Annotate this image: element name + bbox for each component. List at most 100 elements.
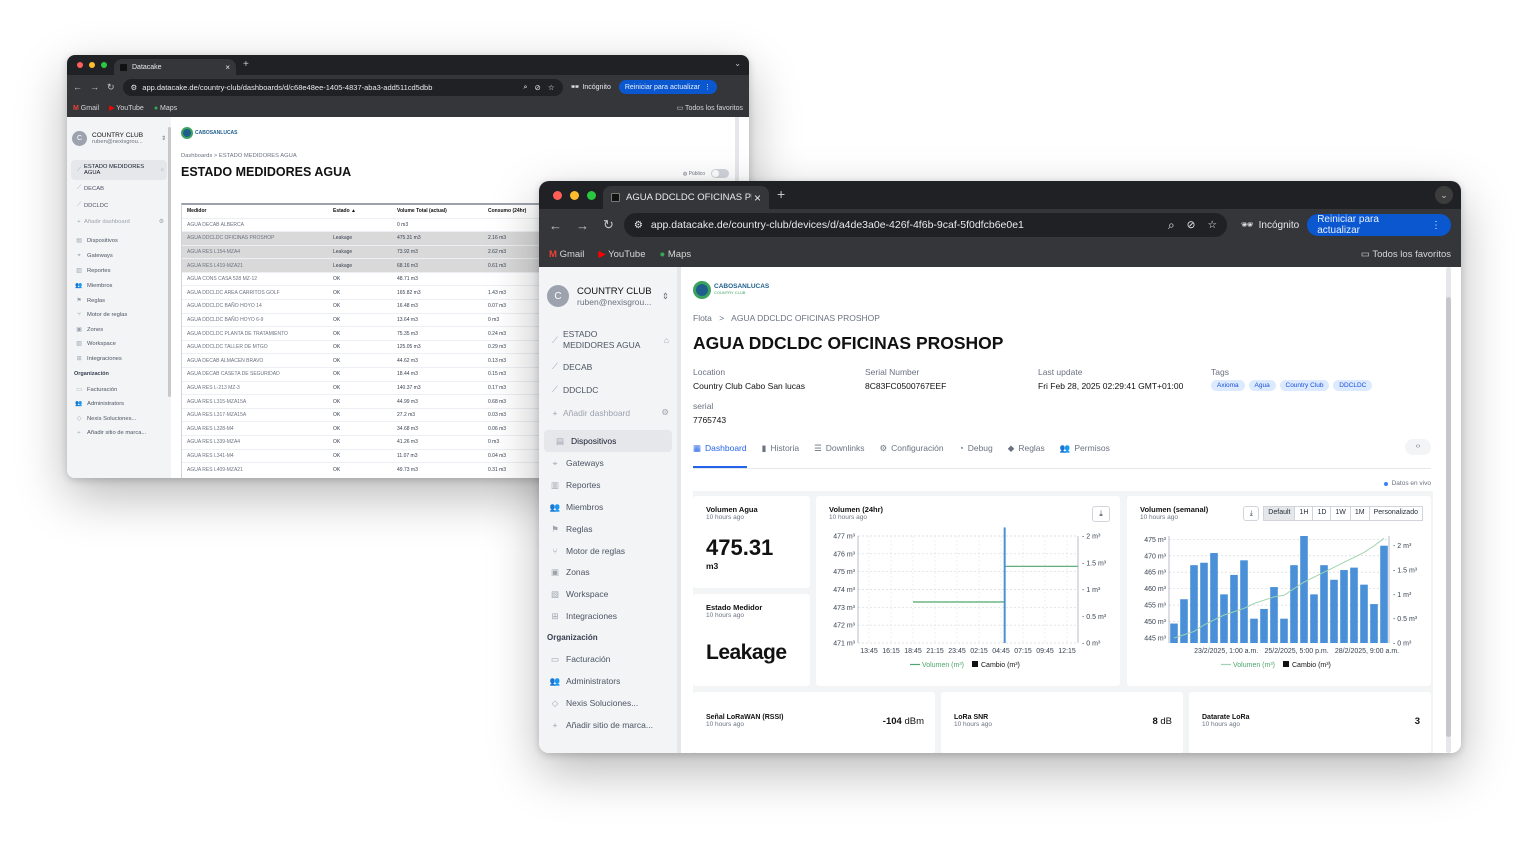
tab-permisos[interactable]: 👥 Permisos xyxy=(1060,443,1110,468)
zoom-icon[interactable]: ⌕ xyxy=(1168,218,1175,233)
sidebar-item-main-2[interactable]: ▥ Reportes xyxy=(539,474,677,496)
menu-kebab-icon[interactable]: ⋮ xyxy=(704,83,711,91)
sidebar-item-estado-medidores[interactable]: ⟋ ESTADO MEDIDORES AGUA ⌂ xyxy=(71,160,167,180)
table-row[interactable]: AGUA RES L419-MZA21 Leakage 68.16 m3 0.61 m… xyxy=(182,258,580,273)
sidebar-item-main-8[interactable]: ⊞ Integraciones xyxy=(539,605,677,627)
range-custom[interactable]: Personalizado xyxy=(1369,506,1423,521)
sidebar-item-main-3[interactable]: 👥 Miembros xyxy=(67,279,171,294)
col-medidor[interactable]: Medidor xyxy=(182,205,333,218)
tag-pill[interactable]: Axioma xyxy=(1211,380,1245,391)
forward-arrow-icon[interactable]: → xyxy=(90,82,99,92)
all-bookmarks[interactable]: ▭ Todos los favoritos xyxy=(677,104,743,112)
menu-kebab-icon[interactable]: ⋮ xyxy=(1431,220,1441,231)
tag-pill[interactable]: DDCLDC xyxy=(1333,380,1373,391)
eye-off-icon[interactable]: ⊘ xyxy=(535,83,541,92)
sidebar-item-main-5[interactable]: ⑂ Motor de reglas xyxy=(539,540,677,561)
table-row[interactable]: AGUA RES L154-MZA4 Leakage 73.92 m3 2.62 m3 xyxy=(182,245,580,259)
tab-downlinks[interactable]: ☰ Downlinks xyxy=(814,443,864,468)
table-row[interactable]: AGUA DDCLDC BAÑO HOYO 6-9 OK 13.64 m3 0 m3 xyxy=(182,313,580,327)
tab-dashboard[interactable]: ▦ Dashboard xyxy=(693,443,747,468)
back-arrow-icon[interactable]: ← xyxy=(73,82,82,92)
sidebar-item-main-2[interactable]: ▥ Reportes xyxy=(67,264,171,279)
gear-icon[interactable]: ⚙ xyxy=(159,219,164,225)
sidebar-item-decab[interactable]: ⟋ DECAB xyxy=(67,180,171,197)
sidebar-item-main-0[interactable]: ▤ Dispositivos xyxy=(544,430,672,452)
download-icon[interactable]: ⤓ xyxy=(1243,506,1260,521)
reload-icon[interactable]: ↻ xyxy=(603,217,614,233)
workspace-switcher[interactable]: C COUNTRY CLUB ruben@nexisgrou... ⇕ xyxy=(67,127,171,150)
tab-list-icon[interactable]: ⌄ xyxy=(734,59,741,68)
table-row[interactable]: AGUA RES L-213 MZ-3 OK 140.37 m3 0.17 m3 xyxy=(182,381,580,395)
sidebar-item-ddcldc[interactable]: ⟋ DDCLDC xyxy=(67,197,171,214)
add-dashboard-item[interactable]: + Añadir dashboard ⚙ xyxy=(539,401,677,424)
toggle-switch[interactable] xyxy=(711,169,729,178)
table-row[interactable]: AGUA DECAB CASETA DE SEGURIDAD OK 18.44 m3… xyxy=(182,367,580,382)
range-1d[interactable]: 1D xyxy=(1313,506,1332,521)
range-default[interactable]: Default xyxy=(1263,506,1296,521)
bookmark-maps[interactable]: ● Maps xyxy=(660,249,692,260)
tab-close-icon[interactable]: × xyxy=(754,191,761,205)
sidebar-item-main-7[interactable]: ▧ Workspace xyxy=(539,583,677,605)
table-row[interactable]: AGUA RES L315-MZA15A OK 44.99 m3 0.68 m3 xyxy=(182,394,580,409)
breadcrumb-dashboards[interactable]: Dashboards xyxy=(181,153,212,159)
range-1m[interactable]: 1M xyxy=(1350,506,1370,521)
maximize-window-dot[interactable] xyxy=(587,190,596,200)
sidebar-item-estado-medidores[interactable]: ⟋ ESTADO MEDIDORES AGUA ⌂ xyxy=(539,325,677,355)
tab-close-icon[interactable]: × xyxy=(225,63,230,72)
all-bookmarks[interactable]: ▭ Todos los favoritos xyxy=(1361,249,1451,260)
table-row[interactable]: AGUA RES L409-MZA21 OK 49.73 m3 0.31 m3 xyxy=(182,462,580,477)
restart-update-button[interactable]: Reiniciar para actualizar ⋮ xyxy=(618,80,717,94)
sidebar-item-main-6[interactable]: ▣ Zonas xyxy=(539,561,677,583)
new-tab-icon[interactable]: + xyxy=(243,59,249,70)
star-icon[interactable]: ☆ xyxy=(1207,219,1216,231)
table-row[interactable]: AGUA DDCLDC TALLER DE MTGO OK 125.05 m3 0.2… xyxy=(182,340,580,354)
close-window-dot[interactable] xyxy=(77,62,83,68)
download-icon[interactable]: ⤓ xyxy=(1092,506,1110,522)
forward-arrow-icon[interactable]: → xyxy=(576,218,589,233)
col-estado[interactable]: Estado ▲ xyxy=(333,205,397,218)
incognito-badge[interactable]: 🕶 Incógnito xyxy=(571,83,611,92)
table-row[interactable]: AGUA RES L317-MZA15A OK 27.2 m3 0.03 m3 xyxy=(182,408,580,422)
range-1h[interactable]: 1H xyxy=(1295,506,1314,521)
range-1w[interactable]: 1W xyxy=(1331,506,1351,521)
sidebar-item-org-0[interactable]: ▭ Facturación xyxy=(539,648,677,670)
incognito-badge[interactable]: 🕶 Incógnito xyxy=(1241,220,1299,231)
main-scrollbar[interactable] xyxy=(1446,267,1451,753)
sidebar-item-ddcldc[interactable]: ⟋ DDCLDC xyxy=(539,378,677,401)
tab-debug[interactable]: ◔ Debug xyxy=(959,443,993,468)
sidebar-item-decab[interactable]: ⟋ DECAB xyxy=(539,355,677,378)
bookmark-youtube[interactable]: ▶ YouTube xyxy=(109,104,144,112)
tab-list-icon[interactable]: ⌄ xyxy=(1435,186,1453,204)
new-tab-icon[interactable]: + xyxy=(777,186,785,202)
table-row[interactable]: AGUA DECAB ALMACEN BRAVO OK 44.62 m3 0.13 m… xyxy=(182,353,580,368)
sidebar-item-main-7[interactable]: ▧ Workspace xyxy=(67,337,171,352)
tag-pill[interactable]: Country Club xyxy=(1279,380,1330,391)
table-row[interactable]: AGUA RES L339-MZA4 OK 41.26 m3 0 m3 xyxy=(182,435,580,450)
table-row[interactable]: AGUA RES L328-M4 OK 34.68 m3 0.06 m3 xyxy=(182,421,580,436)
table-row[interactable]: AGUA DDCLDC OFICINAS PROSHOP Leakage 475.3… xyxy=(182,231,580,246)
close-window-dot[interactable] xyxy=(553,190,562,200)
back-tab[interactable]: Datacake × xyxy=(114,59,236,75)
sidebar-item-org-1[interactable]: 👥 Administrators xyxy=(539,670,677,692)
tab-configuracion[interactable]: ⚙ Configuración xyxy=(880,443,944,468)
star-icon[interactable]: ☆ xyxy=(548,83,555,92)
sidebar-item-org-3[interactable]: + Añadir sitio de marca... xyxy=(67,426,171,441)
sidebar-item-main-1[interactable]: ⌖ Gateways xyxy=(67,249,171,265)
workspace-switcher[interactable]: C COUNTRY CLUB ruben@nexisgrou... ⇕ xyxy=(539,281,677,311)
site-info-icon[interactable]: ⚙ xyxy=(131,83,138,92)
back-arrow-icon[interactable]: ← xyxy=(549,218,562,233)
code-toggle[interactable]: ‹› xyxy=(1405,439,1431,455)
table-row[interactable]: AGUA RES L341-M4 OK 11.07 m3 0.04 m3 xyxy=(182,449,580,463)
sidebar-item-main-1[interactable]: ⌖ Gateways xyxy=(539,452,677,474)
address-bar[interactable]: ⚙ app.datacake.de/country-club/devices/d… xyxy=(623,213,1227,237)
sidebar-item-main-4[interactable]: ⚑ Reglas xyxy=(67,293,171,308)
sidebar-item-org-3[interactable]: + Añadir sitio de marca... xyxy=(539,714,677,735)
restart-update-button[interactable]: Reiniciar para actualizar ⋮ xyxy=(1307,214,1451,236)
reload-icon[interactable]: ↻ xyxy=(107,82,115,93)
table-row[interactable]: AGUA DDCLDC AREA CARRITOS GOLF OK 165.82 m… xyxy=(182,285,580,300)
site-info-icon[interactable]: ⚙ xyxy=(634,220,643,231)
sidebar-item-main-4[interactable]: ⚑ Reglas xyxy=(539,518,677,540)
sidebar-item-main-8[interactable]: ⊞ Integraciones xyxy=(67,352,171,367)
table-row[interactable]: AGUA CONS CASA 528 MZ-12 OK 48.71 m3 xyxy=(182,272,580,286)
minimize-window-dot[interactable] xyxy=(570,190,579,200)
